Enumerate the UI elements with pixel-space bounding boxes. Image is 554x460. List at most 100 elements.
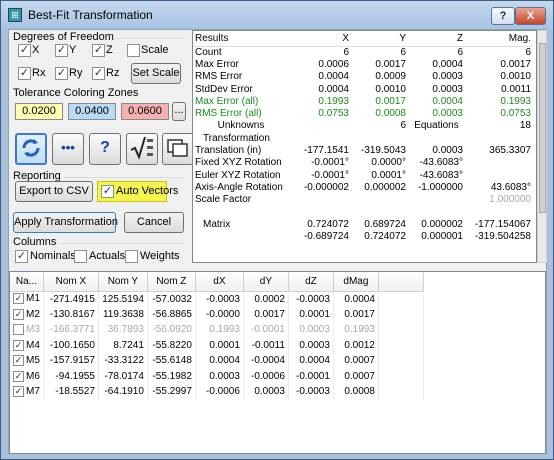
results-header: Results xyxy=(193,31,289,47)
dof-x-label: X xyxy=(32,44,40,56)
dof-scale-checkbox[interactable] xyxy=(127,44,140,57)
close-button[interactable]: X xyxy=(515,7,546,25)
transform-row: Fixed XYZ Rotation -0.0001° 0.0000° -43.608… xyxy=(195,157,463,169)
unknowns-row: Unknowns 6 Equations 18 xyxy=(217,120,531,132)
table-row[interactable]: ✓ M6 -94.1955 -78.0174 -55.1982 0.0003 -0.0006… xyxy=(10,368,424,384)
dof-rz-label: Rz xyxy=(106,67,120,79)
dof-z-checkbox[interactable]: ✓ xyxy=(92,44,105,57)
transform-row: Translation (in) -177.1541 -319.5043 0.0003… xyxy=(195,145,531,157)
export-csv-button[interactable]: Export to CSV xyxy=(15,181,93,202)
table-row[interactable]: ✓ M2 -130.8167 119.3638 -56.8865 -0.0000 0.001… xyxy=(10,306,424,322)
sqrt-icon xyxy=(130,136,153,160)
col-nomy-header[interactable]: Nom Y xyxy=(98,272,148,292)
help-button[interactable]: ? xyxy=(491,7,515,25)
dof-rx-label: Rx xyxy=(32,67,46,79)
dialog-window: ⊞ Best-Fit Transformation ? X Degrees of… xyxy=(0,0,554,460)
refresh-button[interactable] xyxy=(15,133,47,165)
columns-heading: Columns xyxy=(13,236,57,248)
zone-more-button[interactable]: ... xyxy=(172,102,186,121)
results-panel[interactable]: Results X Y Z Mag. Count 6 6 6 6 Max Error 0.… xyxy=(192,30,537,263)
weights-checkbox[interactable] xyxy=(125,250,138,263)
windows-button[interactable] xyxy=(162,133,194,165)
sqrt-button[interactable] xyxy=(126,133,158,165)
col-dy-header[interactable]: dY xyxy=(243,272,289,292)
set-scale-button[interactable]: Set Scale xyxy=(131,63,181,84)
weights-label: Weights xyxy=(140,250,180,262)
results-row: Max Error 0.0006 0.0017 0.0004 0.0017 xyxy=(195,58,531,70)
nominals-label: Nominals xyxy=(30,250,76,262)
table-row[interactable]: M3 -166.3771 36.7893 -56.0920 0.1993 -0.0001 0… xyxy=(10,322,424,338)
row-checkbox[interactable]: ✓ xyxy=(13,370,24,382)
col-dx-header[interactable]: dX xyxy=(195,272,244,292)
col-dmag-header[interactable]: dMag xyxy=(333,272,379,292)
dof-y-label: Y xyxy=(69,44,77,56)
actuals-checkbox[interactable] xyxy=(74,250,87,263)
y-header: Y xyxy=(351,31,408,47)
columns-divider xyxy=(61,243,184,244)
zone-2-field[interactable]: 0.0400 xyxy=(68,103,116,120)
row-checkbox[interactable]: ✓ xyxy=(13,308,24,320)
cancel-button[interactable]: Cancel xyxy=(124,212,184,233)
dof-rx-checkbox[interactable]: ✓ xyxy=(18,67,31,80)
col-name-header[interactable]: Na... xyxy=(10,272,44,292)
matrix-row: -0.689724 0.724072 0.000001 -319.504258 xyxy=(303,231,531,243)
title-bar[interactable]: ⊞ Best-Fit Transformation ? X xyxy=(1,1,553,29)
points-table: Na... Nom X Nom Y Nom Z dX dY dZ dMag ✓ M… xyxy=(10,272,424,400)
reporting-divider xyxy=(64,177,184,178)
row-checkbox[interactable]: ✓ xyxy=(13,355,24,367)
results-table: Results X Y Z Mag. Count 6 6 6 6 Max Error 0.… xyxy=(193,31,533,243)
transform-row: Euler XYZ Rotation -0.0001° 0.0001° -43.608… xyxy=(195,169,463,181)
transform-row: Axis-Angle Rotation -0.000002 0.000002 -1.0… xyxy=(195,181,531,193)
col-nomz-header[interactable]: Nom Z xyxy=(147,272,196,292)
row-checkbox[interactable] xyxy=(13,324,24,336)
nominals-checkbox[interactable]: ✓ xyxy=(15,250,28,263)
spacer-row xyxy=(193,206,533,218)
transform-heading-row: Transformation xyxy=(203,132,270,144)
table-row[interactable]: ✓ M7 -18.5527 -64.1910 -55.2997 -0.0006 0.0003… xyxy=(10,384,424,400)
dof-divider xyxy=(113,38,185,39)
x-header: X xyxy=(289,31,351,47)
results-row: Count 6 6 6 6 xyxy=(195,46,531,58)
results-scrollbar[interactable] xyxy=(537,30,547,263)
results-row: RMS Error 0.0004 0.0009 0.0003 0.0010 xyxy=(195,71,531,83)
auto-vectors-label: Auto Vectors xyxy=(116,185,179,197)
col-empty-header xyxy=(378,272,424,292)
dof-y-checkbox[interactable]: ✓ xyxy=(55,44,68,57)
auto-vectors-checkbox[interactable]: ✓ xyxy=(101,185,114,198)
zone-1-field[interactable]: 0.0200 xyxy=(15,103,63,120)
table-row[interactable]: ✓ M1 -271.4915 125.5194 -57.0032 -0.0003 0.000… xyxy=(10,291,424,307)
row-checkbox[interactable]: ✓ xyxy=(13,386,24,398)
row-checkbox[interactable]: ✓ xyxy=(13,339,24,351)
z-header: Z xyxy=(408,31,465,47)
scale-row: Scale Factor 1.000000 xyxy=(195,194,531,206)
dof-ry-label: Ry xyxy=(69,67,83,79)
results-row: RMS Error (all) 0.0753 0.0008 0.0003 0.0753 xyxy=(195,108,531,120)
col-dz-header[interactable]: dZ xyxy=(288,272,334,292)
dof-scale-label: Scale xyxy=(141,44,169,56)
zone-3-field[interactable]: 0.0600 xyxy=(121,103,169,120)
app-icon: ⊞ xyxy=(8,8,22,22)
dof-rz-checkbox[interactable]: ✓ xyxy=(92,67,105,80)
windows-icon xyxy=(167,139,188,157)
refresh-icon xyxy=(22,139,40,157)
apply-transformation-button[interactable]: Apply Transformation xyxy=(13,212,118,233)
table-row[interactable]: ✓ M5 -157.9157 -33.3122 -55.6148 0.0004 -0.000… xyxy=(10,353,424,369)
dof-z-label: Z xyxy=(106,44,113,56)
window-title: Best-Fit Transformation xyxy=(28,8,153,22)
scrollbar-thumb[interactable] xyxy=(539,43,546,213)
col-nomx-header[interactable]: Nom X xyxy=(43,272,99,292)
dialog-client: Degrees of Freedom ✓ X ✓ Y ✓ Z Scale ✓ R… xyxy=(8,29,547,454)
points-grid[interactable]: Na... Nom X Nom Y Nom Z dX dY dZ dMag ✓ M… xyxy=(9,271,546,454)
tolerance-heading: Tolerance Coloring Zones xyxy=(13,87,139,99)
question-button[interactable]: ? xyxy=(89,133,121,165)
table-row[interactable]: ✓ M4 -100.1650 8.7241 -55.8220 0.0001 -0.0011 0… xyxy=(10,337,424,353)
mag-header: Mag. xyxy=(465,31,533,47)
dof-ry-checkbox[interactable]: ✓ xyxy=(55,67,68,80)
dof-x-checkbox[interactable]: ✓ xyxy=(18,44,31,57)
actuals-label: Actuals xyxy=(89,250,126,262)
matrix-row: Matrix 0.724072 0.689724 0.000002 -177.15406… xyxy=(203,218,531,230)
row-checkbox[interactable]: ✓ xyxy=(13,293,24,305)
dots-button[interactable]: ••• xyxy=(52,133,84,165)
dof-heading: Degrees of Freedom xyxy=(13,31,114,43)
results-row: Max Error (all) 0.1993 0.0017 0.0004 0.1993 xyxy=(195,95,531,107)
